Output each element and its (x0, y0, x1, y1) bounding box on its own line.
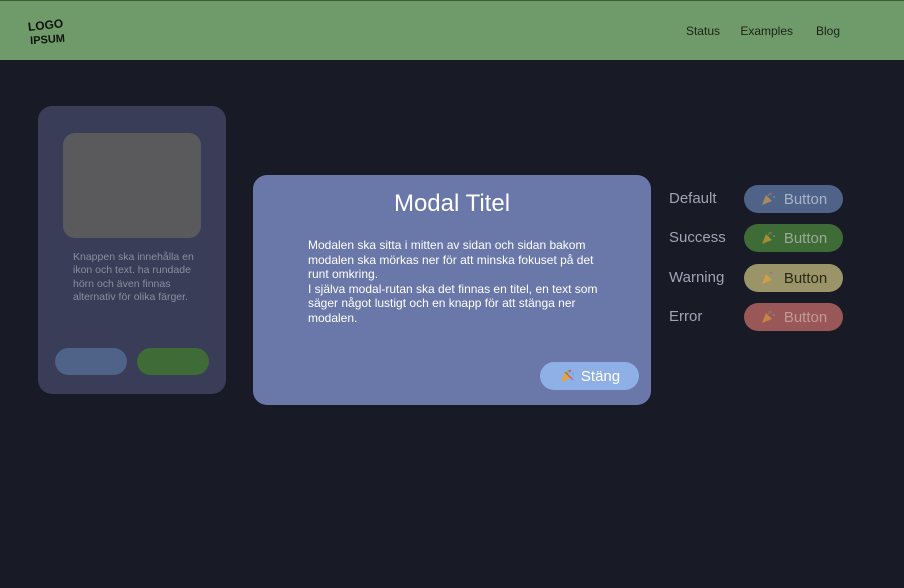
variant-label-error: Error (669, 308, 703, 325)
nav-blog[interactable]: Blog (816, 24, 840, 38)
nav-status[interactable]: Status (686, 24, 720, 38)
modal-dialog: Modal Titel Modalen ska sitta i mitten a… (253, 175, 651, 405)
default-button-label: Button (783, 190, 828, 208)
variant-row-default: Default Button (669, 185, 849, 213)
variant-row-error: Error Button (669, 303, 849, 331)
party-popper-icon (559, 368, 575, 384)
variant-row-warning: Warning Button (669, 264, 849, 292)
party-popper-icon (760, 230, 776, 246)
party-popper-icon (760, 270, 776, 286)
warning-button[interactable]: Button (744, 264, 843, 292)
party-popper-icon (760, 309, 776, 325)
header: LOGO IPSUM Status Examples Blog (0, 0, 904, 60)
error-button[interactable]: Button (744, 303, 843, 331)
modal-body: Modalen ska sitta i mitten av sidan och … (308, 238, 608, 325)
error-button-label: Button (783, 308, 828, 326)
success-button[interactable]: Button (744, 224, 843, 252)
default-button[interactable]: Button (744, 185, 843, 213)
card-description: Knappen ska innehålla en ikon och text. … (73, 251, 194, 303)
card-image-placeholder (63, 133, 201, 238)
close-button-label: Stäng (580, 367, 621, 385)
variant-label-success: Success (669, 229, 726, 246)
variant-row-success: Success Button (669, 224, 849, 252)
variant-label-default: Default (669, 190, 717, 207)
modal-paragraph-1: Modalen ska sitta i mitten av sidan och … (308, 238, 594, 281)
nav-examples[interactable]: Examples (740, 24, 793, 38)
close-button[interactable]: Stäng (540, 362, 639, 390)
logo-line-2: IPSUM (30, 33, 66, 46)
card-success-button[interactable] (137, 348, 209, 375)
party-popper-icon (760, 191, 776, 207)
example-card: Knappen ska innehålla en ikon och text. … (38, 106, 226, 394)
card-default-button[interactable] (55, 348, 127, 375)
logo-graphic: LOGO IPSUM (27, 16, 66, 47)
modal-paragraph-2: I själva modal-rutan ska det finnas en t… (308, 281, 598, 325)
logo-line-1: LOGO (27, 16, 64, 34)
modal-title: Modal Titel (393, 190, 511, 217)
variant-label-warning: Warning (669, 269, 725, 286)
logo[interactable]: LOGO IPSUM (27, 16, 73, 47)
success-button-label: Button (783, 229, 828, 247)
warning-button-label: Button (783, 269, 828, 287)
